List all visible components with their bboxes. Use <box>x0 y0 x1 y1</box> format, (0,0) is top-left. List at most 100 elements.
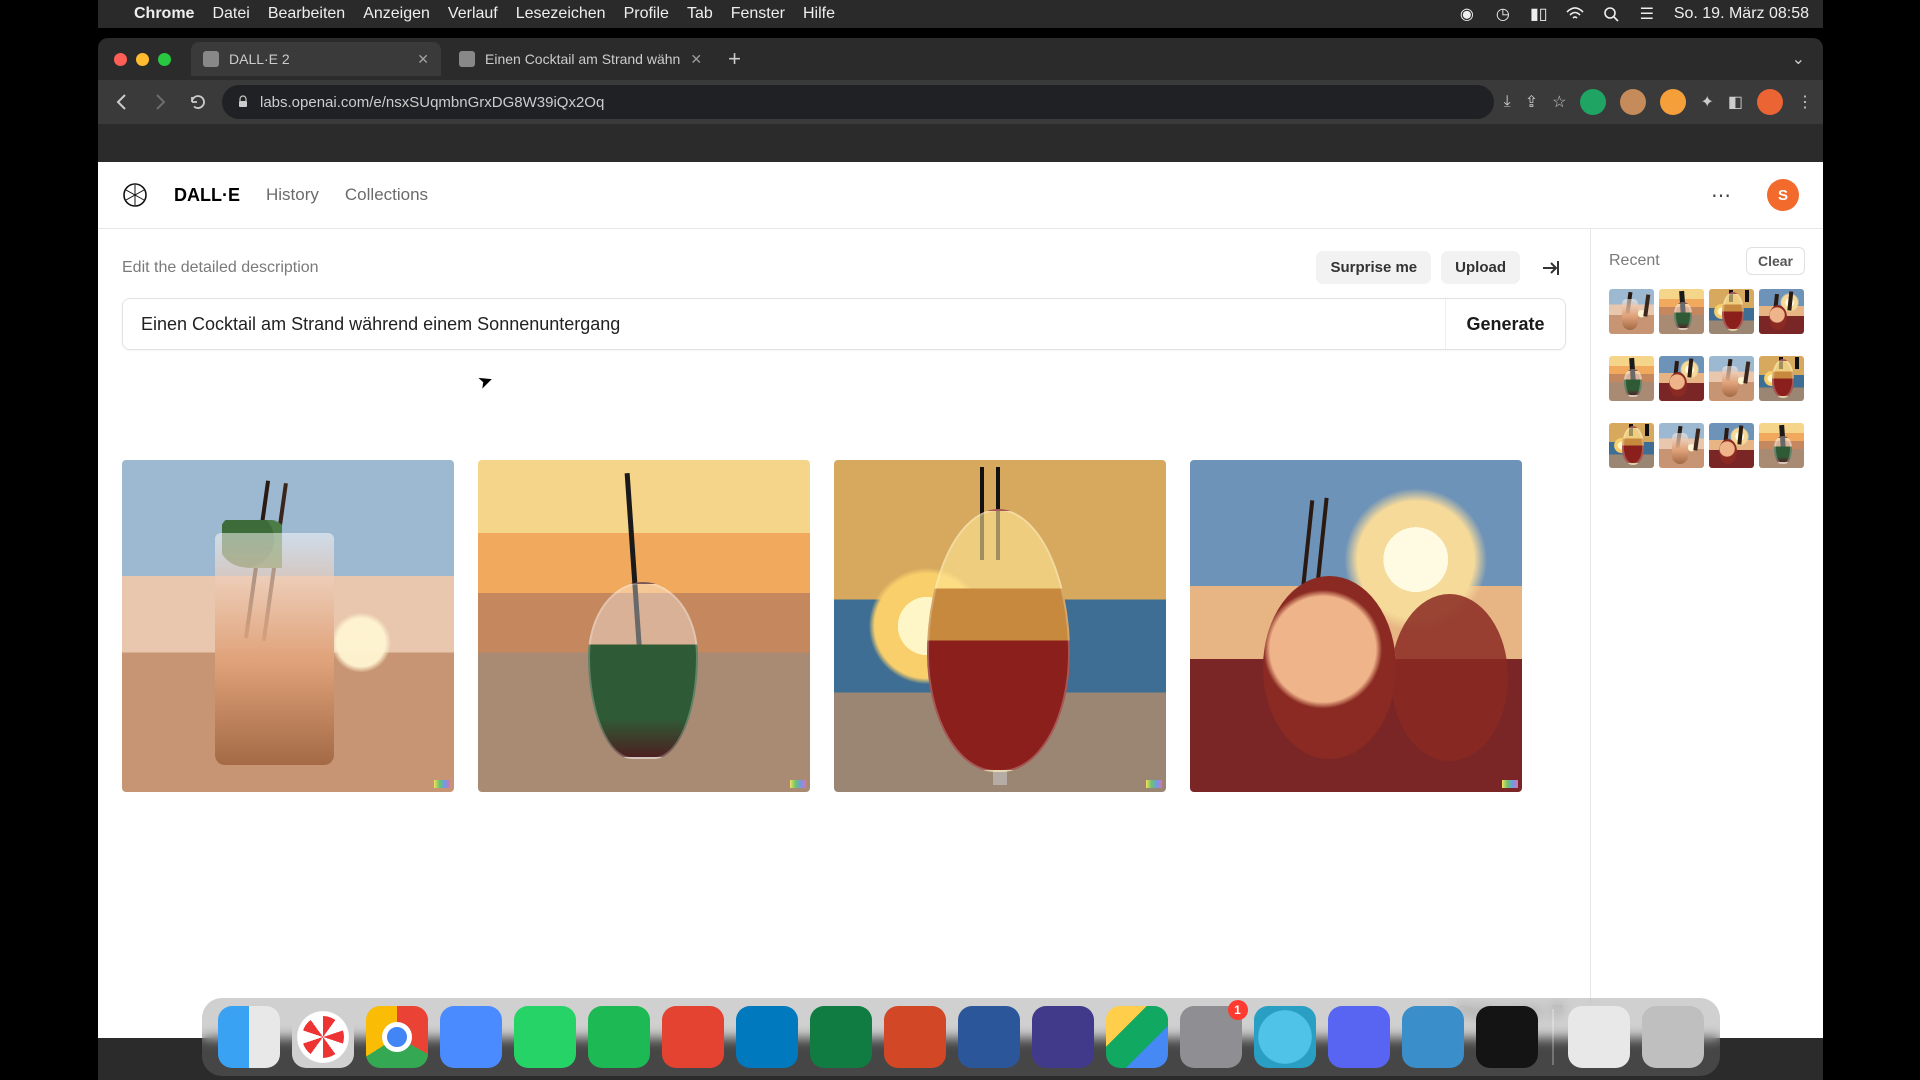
dock-spotify-icon[interactable] <box>588 1006 650 1068</box>
profile-avatar[interactable] <box>1757 89 1783 115</box>
result-image[interactable] <box>122 460 454 792</box>
control-center-icon[interactable]: ☰ <box>1638 5 1656 23</box>
menu-verlauf[interactable]: Verlauf <box>448 5 498 23</box>
recent-thumb[interactable] <box>1609 356 1654 401</box>
recent-thumb[interactable] <box>1709 423 1754 468</box>
dock-googledrive-icon[interactable] <box>1106 1006 1168 1068</box>
menu-bearbeiten[interactable]: Bearbeiten <box>268 5 345 23</box>
dock-discord-icon[interactable] <box>1328 1006 1390 1068</box>
browser-toolbar: labs.openai.com/e/nsxSUqmbnGrxDG8W39iQx2… <box>98 80 1823 124</box>
surprise-me-button[interactable]: Surprise me <box>1316 251 1431 284</box>
dock-finder-icon[interactable] <box>218 1006 280 1068</box>
share-icon[interactable]: ⇪ <box>1525 92 1538 112</box>
recent-thumb[interactable] <box>1759 423 1804 468</box>
recent-thumb[interactable] <box>1609 289 1654 334</box>
prompt-bar: Generate <box>122 298 1566 350</box>
brand-name[interactable]: DALL·E <box>174 185 240 206</box>
clear-button[interactable]: Clear <box>1746 247 1805 275</box>
close-window-button[interactable] <box>114 53 127 66</box>
result-image[interactable] <box>478 460 810 792</box>
user-avatar[interactable]: S <box>1767 179 1799 211</box>
tab-title: DALL·E 2 <box>229 51 407 67</box>
dock-todoist-icon[interactable] <box>662 1006 724 1068</box>
dock-preview-icon[interactable] <box>1568 1006 1630 1068</box>
menu-datei[interactable]: Datei <box>212 5 249 23</box>
tab-overview-button[interactable]: ⌄ <box>1784 49 1813 69</box>
dock-voicememos-icon[interactable] <box>1476 1006 1538 1068</box>
dock-divider <box>1552 1009 1554 1065</box>
recent-thumb[interactable] <box>1759 289 1804 334</box>
dock-safari-icon[interactable] <box>292 1006 354 1068</box>
dock-powerpoint-icon[interactable] <box>884 1006 946 1068</box>
prompt-label: Edit the detailed description <box>122 259 319 277</box>
bookmark-star-icon[interactable]: ☆ <box>1552 92 1566 112</box>
generate-button[interactable]: Generate <box>1445 299 1565 349</box>
recent-thumb[interactable] <box>1709 289 1754 334</box>
extensions-puzzle-icon[interactable]: ✦ <box>1700 92 1713 112</box>
recent-thumb[interactable] <box>1609 423 1654 468</box>
dalle-watermark-icon <box>790 780 806 788</box>
extension-icon[interactable] <box>1620 89 1646 115</box>
recent-thumb[interactable] <box>1659 423 1704 468</box>
menubar-app-name[interactable]: Chrome <box>134 5 194 23</box>
address-bar[interactable]: labs.openai.com/e/nsxSUqmbnGrxDG8W39iQx2… <box>222 85 1494 119</box>
recent-thumb[interactable] <box>1709 356 1754 401</box>
extension-icon[interactable] <box>1660 89 1686 115</box>
dalle-watermark-icon <box>434 780 450 788</box>
nav-history[interactable]: History <box>266 185 319 205</box>
dock-imovie-icon[interactable] <box>1032 1006 1094 1068</box>
dock-whatsapp-icon[interactable] <box>514 1006 576 1068</box>
recent-thumb[interactable] <box>1659 289 1704 334</box>
dock-word-icon[interactable] <box>958 1006 1020 1068</box>
dock-app-icon[interactable] <box>1254 1006 1316 1068</box>
dock-excel-icon[interactable] <box>810 1006 872 1068</box>
tab-title: Einen Cocktail am Strand wähn <box>485 51 680 67</box>
wifi-icon[interactable] <box>1566 5 1584 23</box>
minimize-window-button[interactable] <box>136 53 149 66</box>
tab-dalle2[interactable]: DALL·E 2 ✕ <box>191 42 441 76</box>
dock-quicktime-icon[interactable] <box>1402 1006 1464 1068</box>
tab-strip: DALL·E 2 ✕ Einen Cocktail am Strand wähn… <box>98 38 1823 80</box>
menu-lesezeichen[interactable]: Lesezeichen <box>516 5 606 23</box>
screen-record-icon[interactable]: ◉ <box>1458 5 1476 23</box>
menu-tab[interactable]: Tab <box>687 5 713 23</box>
url-text: labs.openai.com/e/nsxSUqmbnGrxDG8W39iQx2… <box>260 94 604 111</box>
dock-trello-icon[interactable] <box>736 1006 798 1068</box>
sidepanel-icon[interactable]: ◧ <box>1728 92 1743 112</box>
menu-fenster[interactable]: Fenster <box>731 5 785 23</box>
more-menu-icon[interactable]: ⋯ <box>1701 183 1741 208</box>
reload-button[interactable] <box>184 88 212 116</box>
back-button[interactable] <box>108 88 136 116</box>
new-tab-button[interactable]: + <box>720 46 749 72</box>
zoom-window-button[interactable] <box>158 53 171 66</box>
result-image[interactable] <box>834 460 1166 792</box>
collapse-sidebar-icon[interactable] <box>1534 253 1566 283</box>
upload-button[interactable]: Upload <box>1441 251 1520 284</box>
result-image[interactable] <box>1190 460 1522 792</box>
extension-icon[interactable] <box>1580 89 1606 115</box>
chrome-menu-icon[interactable]: ⋮ <box>1797 92 1813 112</box>
dock-trash-icon[interactable] <box>1642 1006 1704 1068</box>
recent-thumb[interactable] <box>1759 356 1804 401</box>
dock-zoom-icon[interactable] <box>440 1006 502 1068</box>
tab-cocktail[interactable]: Einen Cocktail am Strand wähn ✕ <box>447 42 714 76</box>
menubar-clock[interactable]: So. 19. März 08:58 <box>1674 5 1809 23</box>
nav-collections[interactable]: Collections <box>345 185 428 205</box>
dalle-page: DALL·E History Collections ⋯ S Edit the … <box>98 162 1823 1038</box>
spotlight-icon[interactable] <box>1602 5 1620 23</box>
install-app-icon[interactable]: ⤓ <box>1504 93 1511 111</box>
close-tab-icon[interactable]: ✕ <box>417 51 429 68</box>
dock-settings-icon[interactable]: 1 <box>1180 1006 1242 1068</box>
menu-hilfe[interactable]: Hilfe <box>803 5 835 23</box>
menu-profile[interactable]: Profile <box>624 5 669 23</box>
menu-anzeigen[interactable]: Anzeigen <box>363 5 430 23</box>
close-tab-icon[interactable]: ✕ <box>690 51 702 68</box>
recent-thumb[interactable] <box>1659 356 1704 401</box>
forward-button[interactable] <box>146 88 174 116</box>
battery-icon[interactable]: ▮▯ <box>1530 5 1548 23</box>
openai-logo-icon[interactable] <box>122 182 148 208</box>
dock-chrome-icon[interactable] <box>366 1006 428 1068</box>
clock-icon[interactable]: ◷ <box>1494 5 1512 23</box>
main-panel: Edit the detailed description Surprise m… <box>98 228 1591 1038</box>
prompt-input[interactable] <box>123 299 1445 349</box>
